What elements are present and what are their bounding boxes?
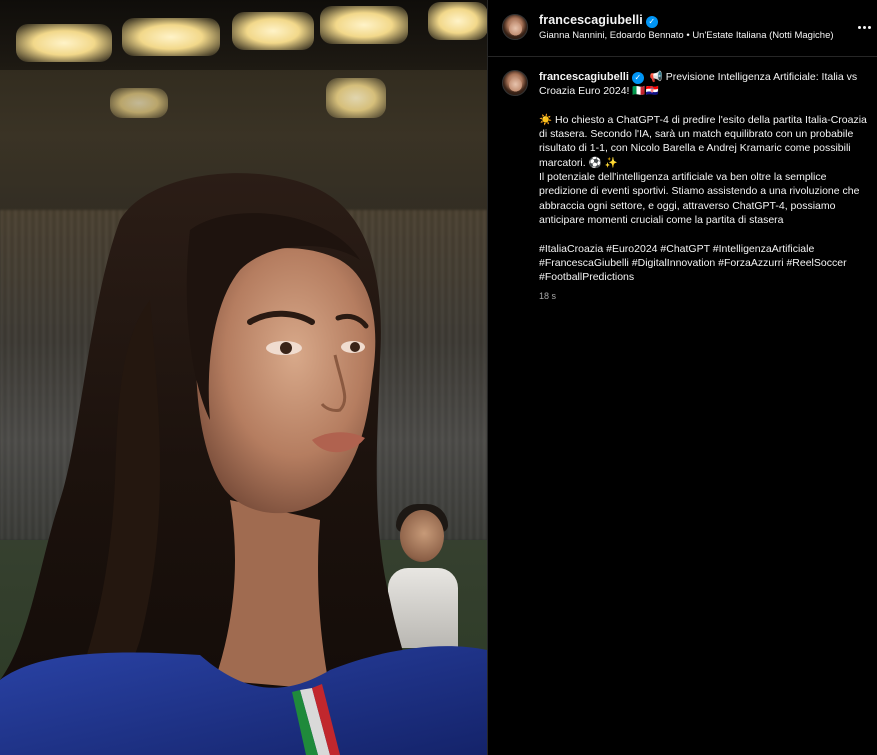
verified-badge-icon: ✓: [645, 16, 658, 28]
post-caption: francescagiubelli ✓ 📢 Previsione Intellig…: [539, 70, 869, 284]
caption-paragraph-1: ☀️ Ho chiesto a ChatGPT-4 di predire l'e…: [539, 113, 867, 169]
avatar[interactable]: [502, 14, 528, 40]
caption-avatar[interactable]: [502, 70, 528, 96]
verified-badge-icon: ✓: [631, 72, 644, 84]
more-dot-icon: [857, 25, 861, 29]
post-details-panel: francescagiubelli ✓ Gianna Nannini, Edoar…: [487, 0, 877, 755]
woman-portrait: [0, 173, 487, 755]
more-options-button[interactable]: [855, 20, 873, 34]
caption-paragraph-2: Il potenziale dell'intelligenza artifici…: [539, 171, 860, 226]
more-dot-icon: [862, 25, 866, 29]
music-link[interactable]: Gianna Nannini, Edoardo Bennato • Un'Est…: [539, 30, 834, 41]
post-media[interactable]: [0, 0, 487, 755]
post-header: francescagiubelli ✓ Gianna Nannini, Edoar…: [488, 0, 877, 57]
username-text[interactable]: francescagiubelli: [539, 13, 643, 27]
caption-username-link[interactable]: francescagiubelli: [539, 71, 629, 83]
post-timestamp[interactable]: 18 s: [539, 291, 556, 301]
caption-title-line: francescagiubelli ✓ 📢 Previsione Intellig…: [539, 70, 869, 99]
username-link[interactable]: francescagiubelli ✓: [539, 13, 658, 28]
caption-hashtags[interactable]: #ItaliaCroazia #Euro2024 #ChatGPT #Intel…: [539, 242, 869, 285]
more-dot-icon: [867, 25, 871, 29]
